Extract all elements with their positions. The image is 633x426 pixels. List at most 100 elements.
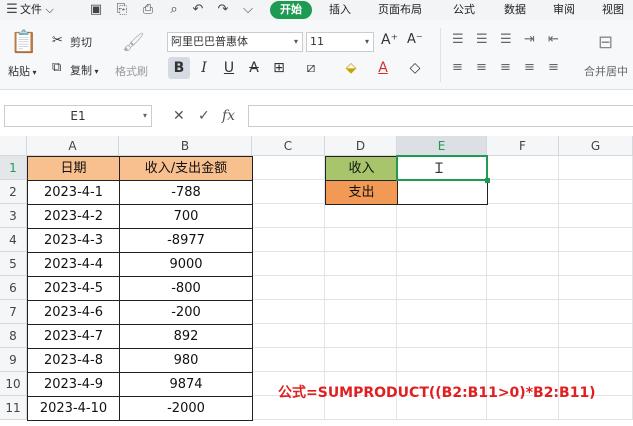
format-painter-icon[interactable]: 🖌 — [122, 32, 145, 53]
amount-cell[interactable]: 980 — [119, 348, 253, 373]
empty-cell[interactable] — [397, 300, 487, 324]
empty-cell[interactable] — [559, 180, 633, 204]
date-cell[interactable]: 2023-4-8 — [27, 348, 120, 373]
empty-cell[interactable] — [487, 276, 559, 300]
empty-cell[interactable] — [487, 156, 559, 180]
confirm-icon[interactable]: ✓ — [198, 105, 210, 127]
undo-icon[interactable]: ↶ — [190, 2, 206, 18]
empty-cell[interactable] — [325, 348, 397, 372]
format-painter-button[interactable]: 格式刷 — [115, 63, 148, 79]
italic-button[interactable]: I — [193, 57, 215, 79]
paste-icon[interactable]: 📋 — [10, 30, 37, 55]
header-cell-amount[interactable]: 收入/支出金额 — [119, 156, 253, 181]
save-icon[interactable]: ▣ — [88, 2, 104, 18]
empty-cell[interactable] — [397, 348, 487, 372]
empty-cell[interactable] — [397, 204, 487, 228]
empty-cell[interactable] — [397, 324, 487, 348]
distribute-icon[interactable]: ≡ — [548, 60, 559, 75]
empty-cell[interactable] — [325, 300, 397, 324]
font-color-icon[interactable]: A — [372, 57, 394, 79]
underline-button[interactable]: U — [218, 57, 240, 79]
expense-value-cell[interactable] — [397, 180, 488, 205]
amount-cell[interactable]: -800 — [119, 276, 253, 301]
date-cell[interactable]: 2023-4-2 — [27, 204, 120, 229]
amount-cell[interactable]: 892 — [119, 324, 253, 349]
menu-icon[interactable]: ☰ — [4, 2, 20, 18]
date-cell[interactable]: 2023-4-1 — [27, 180, 120, 205]
copy-button[interactable]: 复制 ▾ — [70, 62, 99, 78]
align-middle-icon[interactable]: ☰ — [476, 32, 488, 47]
empty-cell[interactable] — [487, 348, 559, 372]
empty-cell[interactable] — [559, 228, 633, 252]
redo-icon[interactable]: ↷ — [215, 2, 231, 18]
copy-icon[interactable]: ⧉ — [52, 60, 61, 75]
eraser-icon[interactable]: ◇ — [404, 57, 426, 79]
tab-page-layout[interactable]: 页面布局 — [378, 0, 422, 20]
column-header-g[interactable]: G — [559, 136, 633, 156]
tab-home[interactable]: 开始 — [270, 1, 312, 19]
date-cell[interactable]: 2023-4-5 — [27, 276, 120, 301]
empty-cell[interactable] — [487, 228, 559, 252]
strikethrough-button[interactable]: A — [243, 57, 265, 79]
tab-review[interactable]: 审阅 — [553, 0, 575, 20]
chevron-down-icon[interactable]: ⌵ — [240, 2, 256, 18]
empty-cell[interactable] — [559, 252, 633, 276]
row-header-3[interactable]: 3 — [0, 204, 27, 228]
cut-button[interactable]: 剪切 — [70, 34, 92, 50]
cancel-icon[interactable]: ✕ — [173, 105, 185, 127]
empty-cell[interactable] — [252, 252, 325, 276]
empty-cell[interactable] — [559, 156, 633, 180]
empty-cell[interactable] — [325, 228, 397, 252]
amount-cell[interactable]: 9000 — [119, 252, 253, 277]
row-header-2[interactable]: 2 — [0, 180, 27, 204]
empty-cell[interactable] — [559, 300, 633, 324]
scissors-icon[interactable]: ✂ — [52, 33, 63, 48]
empty-cell[interactable] — [325, 204, 397, 228]
column-header-b[interactable]: B — [119, 136, 252, 156]
empty-cell[interactable] — [559, 276, 633, 300]
empty-cell[interactable] — [325, 252, 397, 276]
print-icon[interactable]: ⎙ — [140, 2, 156, 18]
font-size-select[interactable]: 11 ▾ — [306, 32, 374, 52]
tab-formulas[interactable]: 公式 — [453, 0, 475, 20]
empty-cell[interactable] — [487, 204, 559, 228]
tab-view[interactable]: 视图 — [602, 0, 624, 20]
row-header-9[interactable]: 9 — [0, 348, 27, 372]
file-menu[interactable]: 文件 ⌵ — [20, 0, 54, 20]
column-header-c[interactable]: C — [252, 136, 325, 156]
expense-label-cell[interactable]: 支出 — [325, 180, 398, 205]
align-left-icon[interactable]: ≡ — [452, 60, 463, 75]
font-name-select[interactable]: 阿里巴巴普惠体 ▾ — [167, 32, 303, 52]
empty-cell[interactable] — [252, 324, 325, 348]
date-cell[interactable]: 2023-4-10 — [27, 396, 120, 421]
align-bottom-icon[interactable]: ☰ — [500, 32, 512, 47]
empty-cell[interactable] — [559, 348, 633, 372]
row-header-6[interactable]: 6 — [0, 276, 27, 300]
decrease-font-icon[interactable]: A⁻ — [407, 32, 423, 47]
date-cell[interactable]: 2023-4-4 — [27, 252, 120, 277]
amount-cell[interactable]: -788 — [119, 180, 253, 205]
empty-cell[interactable] — [252, 276, 325, 300]
empty-cell[interactable] — [487, 180, 559, 204]
bold-button[interactable]: B — [168, 57, 190, 79]
column-header-a[interactable]: A — [27, 136, 119, 156]
row-header-5[interactable]: 5 — [0, 252, 27, 276]
empty-cell[interactable] — [487, 300, 559, 324]
empty-cell[interactable] — [252, 348, 325, 372]
fill-color-icon[interactable]: ⬙ — [340, 57, 362, 79]
amount-cell[interactable]: -2000 — [119, 396, 253, 421]
amount-cell[interactable]: 9874 — [119, 372, 253, 397]
empty-cell[interactable] — [559, 324, 633, 348]
name-box[interactable]: E1 ▾ — [4, 105, 152, 127]
header-cell-date[interactable]: 日期 — [27, 156, 120, 181]
empty-cell[interactable] — [559, 204, 633, 228]
date-cell[interactable]: 2023-4-9 — [27, 372, 120, 397]
paste-button[interactable]: 粘贴 ▾ — [8, 63, 37, 79]
income-label-cell[interactable]: 收入 — [325, 156, 398, 181]
date-cell[interactable]: 2023-4-3 — [27, 228, 120, 253]
border-icon[interactable]: ⊞ — [268, 57, 290, 79]
empty-cell[interactable] — [252, 180, 325, 204]
increase-font-icon[interactable]: A⁺ — [381, 32, 398, 48]
amount-cell[interactable]: 700 — [119, 204, 253, 229]
empty-cell[interactable] — [252, 204, 325, 228]
